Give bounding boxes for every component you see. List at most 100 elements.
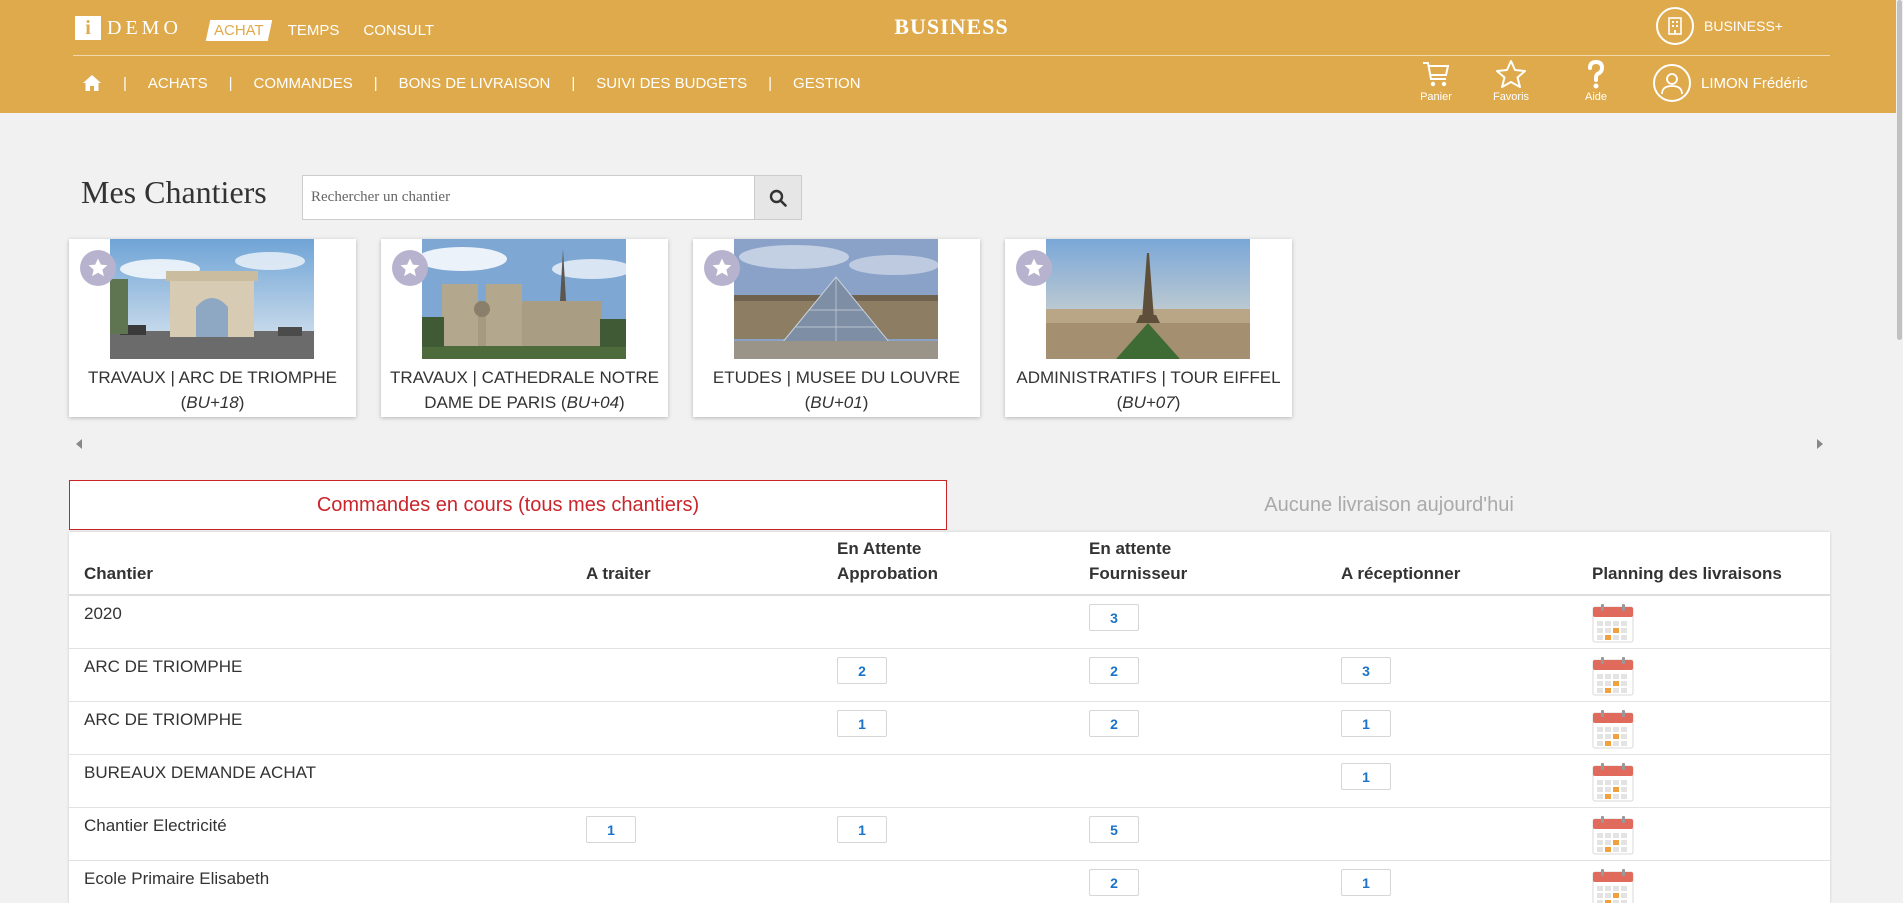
calendar-icon[interactable]: [1592, 868, 1634, 903]
business-plus-label: BUSINESS+: [1704, 18, 1783, 34]
home-icon[interactable]: [82, 74, 102, 92]
main-nav: | ACHATS | COMMANDES | BONS DE LIVRAISON…: [82, 74, 861, 92]
calendar-icon[interactable]: [1592, 656, 1634, 696]
fournisseur-badge[interactable]: 5: [1089, 816, 1139, 843]
logo-mark: i: [75, 16, 101, 40]
help-button[interactable]: Aide: [1571, 59, 1621, 103]
site-card-caption: TRAVAUX | ARC DE TRIOMPHE (BU+18): [69, 365, 356, 415]
tab-livraisons-aujourdhui[interactable]: Aucune livraison aujourd'hui: [948, 480, 1830, 530]
col-a-traiter[interactable]: A traiter: [586, 561, 651, 586]
site-card-line1: TRAVAUX | ARC DE TRIOMPHE: [87, 368, 338, 387]
tab-temps[interactable]: TEMPS: [282, 20, 346, 41]
fournisseur-badge[interactable]: 2: [1089, 657, 1139, 684]
col-en-attente-approbation[interactable]: En Attente Approbation: [837, 536, 938, 586]
tab-consult[interactable]: CONSULT: [357, 20, 440, 41]
fournisseur-badge[interactable]: 2: [1089, 710, 1139, 737]
fournisseur-badge[interactable]: 2: [1089, 869, 1139, 896]
site-photo-arc-de-triomphe: [110, 239, 314, 359]
calendar-icon[interactable]: [1592, 815, 1634, 855]
tab-commandes-en-cours[interactable]: Commandes en cours (tous mes chantiers): [69, 480, 947, 530]
search-button[interactable]: [754, 176, 801, 219]
col-label-line2: Approbation: [837, 564, 939, 583]
table-row[interactable]: ARC DE TRIOMPHE 2 2 3: [69, 649, 1830, 702]
site-card-line2: (BU+01): [804, 393, 869, 412]
col-chantier[interactable]: Chantier: [84, 561, 153, 586]
chantier-name[interactable]: Chantier Electricité: [84, 816, 227, 836]
app-logo[interactable]: i DEMO: [75, 16, 182, 40]
cart-icon: [1423, 62, 1450, 87]
favorite-star-icon[interactable]: [80, 250, 116, 286]
site-card[interactable]: ADMINISTRATIFS | TOUR EIFFEL (BU+07): [1005, 239, 1292, 417]
header-divider: [73, 55, 1830, 56]
table-row[interactable]: Chantier Electricité 1 1 5: [69, 808, 1830, 861]
table-row[interactable]: BUREAUX DEMANDE ACHAT 1: [69, 755, 1830, 808]
chantier-name[interactable]: 2020: [84, 604, 122, 624]
site-card-line2: DAME DE PARIS (BU+04): [424, 393, 625, 412]
site-code: BU+18: [186, 393, 239, 412]
site-card[interactable]: TRAVAUX | CATHEDRALE NOTRE DAME DE PARIS…: [381, 239, 668, 417]
page-title: Mes Chantiers: [81, 174, 267, 210]
table-header: Chantier A traiter En Attente Approbatio…: [69, 532, 1830, 596]
nav-gestion[interactable]: GESTION: [793, 75, 861, 92]
col-a-receptionner[interactable]: A réceptionner: [1341, 561, 1460, 586]
chantier-name[interactable]: ARC DE TRIOMPHE: [84, 710, 242, 730]
chantier-name[interactable]: ARC DE TRIOMPHE: [84, 657, 242, 677]
nav-separator: |: [228, 74, 233, 92]
cart-button[interactable]: Panier: [1411, 59, 1461, 103]
col-en-attente-fournisseur[interactable]: En attente Fournisseur: [1089, 536, 1187, 586]
orders-table: Chantier A traiter En Attente Approbatio…: [69, 532, 1830, 903]
chantier-name[interactable]: BUREAUX DEMANDE ACHAT: [84, 763, 316, 783]
site-carousel: TRAVAUX | ARC DE TRIOMPHE (BU+18) TRAVAU…: [69, 239, 1292, 417]
calendar-icon[interactable]: [1592, 762, 1634, 802]
a-traiter-badge[interactable]: 1: [586, 816, 636, 843]
question-icon: [1588, 59, 1605, 89]
site-card-caption: TRAVAUX | CATHEDRALE NOTRE DAME DE PARIS…: [381, 365, 668, 415]
site-card-line2: (BU+18): [180, 393, 245, 412]
nav-achats[interactable]: ACHATS: [148, 75, 208, 92]
fournisseur-badge[interactable]: 3: [1089, 604, 1139, 631]
receptionner-badge[interactable]: 1: [1341, 710, 1391, 737]
approbation-badge[interactable]: 2: [837, 657, 887, 684]
favorites-label: Favoris: [1492, 91, 1530, 103]
carousel-next-icon[interactable]: [1817, 439, 1823, 449]
table-body: 2020 3 ARC DE TRIOMPHE 2 2 3 ARC DE TRIOMPHE 1 2…: [69, 596, 1830, 903]
nav-commandes[interactable]: COMMANDES: [254, 75, 353, 92]
table-row[interactable]: Ecole Primaire Elisabeth 2 1: [69, 861, 1830, 903]
business-plus-link[interactable]: BUSINESS+: [1656, 7, 1783, 45]
site-code: BU+07: [1122, 393, 1175, 412]
site-card-line2: (BU+07): [1116, 393, 1181, 412]
nav-bons-de-livraison[interactable]: BONS DE LIVRAISON: [399, 75, 551, 92]
site-card-caption: ETUDES | MUSEE DU LOUVRE (BU+01): [693, 365, 980, 415]
search-icon: [769, 189, 787, 207]
approbation-badge[interactable]: 1: [837, 816, 887, 843]
nav-suivi-des-budgets[interactable]: SUIVI DES BUDGETS: [596, 75, 747, 92]
calendar-icon[interactable]: [1592, 709, 1634, 749]
user-menu[interactable]: LIMON Frédéric: [1653, 64, 1808, 102]
carousel-prev-icon[interactable]: [76, 439, 82, 449]
table-row[interactable]: ARC DE TRIOMPHE 1 2 1: [69, 702, 1830, 755]
table-row[interactable]: 2020 3: [69, 596, 1830, 649]
favorite-star-icon[interactable]: [1016, 250, 1052, 286]
site-card[interactable]: TRAVAUX | ARC DE TRIOMPHE (BU+18): [69, 239, 356, 417]
site-card-line1: TRAVAUX | CATHEDRALE NOTRE: [390, 368, 659, 387]
chantier-name[interactable]: Ecole Primaire Elisabeth: [84, 869, 269, 889]
search-input[interactable]: [303, 176, 754, 219]
nav-separator: |: [373, 74, 378, 92]
approbation-badge[interactable]: 1: [837, 710, 887, 737]
favorite-star-icon[interactable]: [704, 250, 740, 286]
scrollbar-thumb[interactable]: [1897, 0, 1902, 340]
site-card-line1: ETUDES | MUSEE DU LOUVRE: [712, 368, 961, 387]
calendar-icon[interactable]: [1592, 603, 1634, 643]
cart-label: Panier: [1420, 91, 1452, 103]
receptionner-badge[interactable]: 1: [1341, 763, 1391, 790]
receptionner-badge[interactable]: 1: [1341, 869, 1391, 896]
favorite-star-icon[interactable]: [392, 250, 428, 286]
col-label-line1: En attente: [1089, 539, 1172, 558]
tab-achat[interactable]: ACHAT: [205, 20, 272, 41]
search-box: [302, 175, 802, 220]
site-card[interactable]: ETUDES | MUSEE DU LOUVRE (BU+01): [693, 239, 980, 417]
page-scrollbar[interactable]: [1896, 0, 1903, 903]
nav-separator: |: [768, 74, 773, 92]
favorites-button[interactable]: Favoris: [1486, 59, 1536, 103]
receptionner-badge[interactable]: 3: [1341, 657, 1391, 684]
